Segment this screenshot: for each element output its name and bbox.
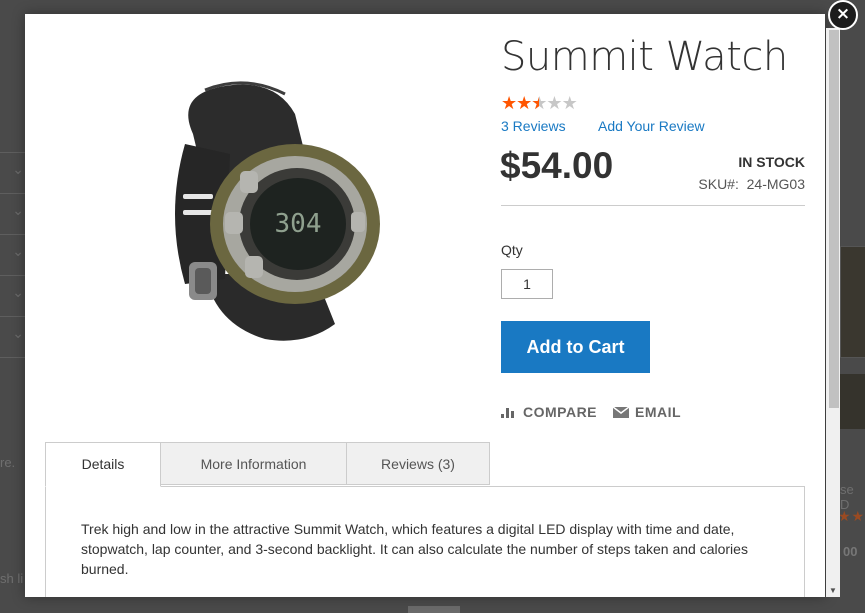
email-link[interactable]: EMAIL [613, 404, 681, 420]
star-empty-icon: ★ [561, 93, 578, 113]
tab-reviews[interactable]: Reviews (3) [346, 442, 490, 485]
star-full-icon: ★ [516, 93, 532, 113]
sku-value: 24-MG03 [746, 176, 805, 192]
background-price: 00 [843, 544, 858, 559]
scrollbar-thumb[interactable] [829, 30, 839, 408]
product-rating: ★★★★★★ [501, 93, 578, 113]
scroll-down-icon[interactable]: ▼ [826, 586, 840, 595]
svg-text:304: 304 [275, 209, 322, 239]
background-text: re. [0, 455, 16, 470]
qty-input[interactable]: 1 [501, 269, 553, 299]
background-product-thumb [840, 374, 865, 429]
background-rating-stars: ★★ [838, 508, 865, 524]
star-half-icon: ★★ [531, 93, 547, 113]
compare-link[interactable]: COMPARE [501, 404, 597, 420]
background-filter-list [0, 152, 26, 358]
sku-label: SKU#: [698, 176, 739, 192]
background-filter-row [0, 152, 26, 193]
tab-panel-details: Trek high and low in the attractive Summ… [45, 486, 805, 597]
qty-label: Qty [501, 242, 523, 258]
product-sku: SKU#: 24-MG03 [698, 176, 805, 192]
star-empty-icon: ★ [546, 93, 562, 113]
product-image: 304 [175, 81, 380, 341]
close-button[interactable]: × [828, 0, 858, 30]
product-price: $54.00 [500, 145, 614, 186]
envelope-icon [613, 407, 629, 418]
reviews-link[interactable]: 3 Reviews [501, 118, 566, 134]
background-filter-row [0, 275, 26, 316]
background-filter-row [0, 234, 26, 275]
tab-details[interactable]: Details [45, 442, 161, 487]
compare-label: COMPARE [523, 404, 598, 420]
tab-more-information[interactable]: More Information [160, 442, 347, 485]
background-swatch [408, 606, 460, 613]
background-filter-row [0, 193, 26, 234]
divider [501, 205, 805, 206]
add-review-link[interactable]: Add Your Review [598, 118, 705, 134]
email-label: EMAIL [635, 404, 682, 420]
background-text: sh li [0, 571, 24, 586]
product-title: Summit Watch [501, 34, 788, 80]
product-description: Trek high and low in the attractive Summ… [81, 521, 748, 577]
background-filter-row [0, 316, 26, 358]
bar-chart-icon [501, 408, 514, 418]
quick-view-modal: 304 Summit Watch ★★★★★★ 3 Reviews Add Yo… [25, 14, 825, 597]
add-to-cart-button[interactable]: Add to Cart [501, 321, 650, 373]
background-product-thumb [840, 246, 865, 358]
stock-status: IN STOCK [738, 154, 805, 170]
star-full-icon: ★ [501, 93, 517, 113]
modal-scrollbar[interactable]: ▲ ▼ [826, 28, 840, 597]
close-icon: × [835, 4, 851, 24]
